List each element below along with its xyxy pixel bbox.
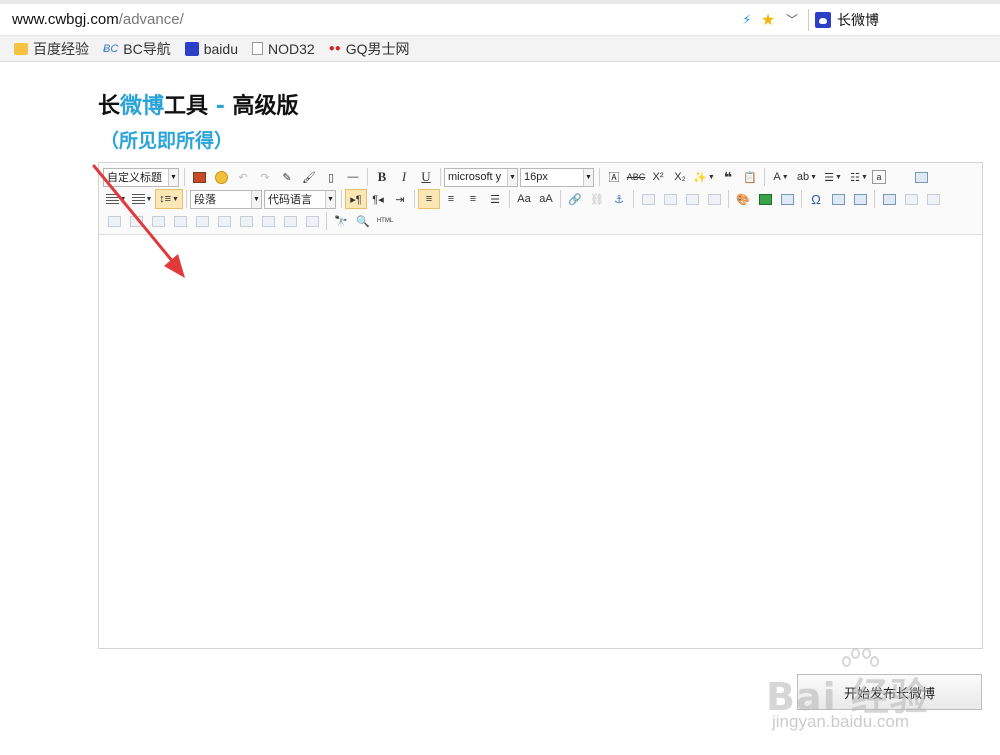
rich-text-editor: 自定义标题 ▼ ↶ ↷ ✎ 🖌 ▯ — B I U microsoft y ▼ 16… — [98, 162, 983, 649]
emoticon-icon[interactable] — [210, 167, 232, 187]
align-right-icon[interactable]: ≡ — [462, 189, 484, 209]
highlight-color-icon[interactable]: ab ▼ — [794, 167, 820, 187]
font-family-select[interactable]: microsoft y ▼ — [444, 167, 518, 187]
bookmarks-bar: 百度经验 ɃC BC导航 baidu NOD32 ●● GQ男士网 — [0, 36, 1000, 62]
unlink-icon[interactable]: ⛓ — [586, 189, 608, 209]
unordered-list-icon[interactable]: ☷ ▼ — [846, 167, 872, 187]
cell-props-icon[interactable] — [301, 211, 323, 231]
document-icon — [252, 42, 263, 55]
url-text[interactable]: www.cwbgj.com/advance/ — [12, 11, 184, 28]
editor-toolbar: 自定义标题 ▼ ↶ ↷ ✎ 🖌 ▯ — B I U microsoft y ▼ 16… — [99, 163, 982, 235]
lightning-icon[interactable]: ⚡ — [738, 12, 756, 28]
search-replace-icon[interactable] — [827, 189, 849, 209]
fullscreen-icon[interactable] — [910, 167, 932, 187]
image-right-icon[interactable] — [681, 189, 703, 209]
select-all-icon[interactable]: a — [872, 170, 886, 184]
address-bar[interactable]: www.cwbgj.com/advance/ ⚡ ★ ﹀ 长微博 — [0, 0, 1000, 36]
link-icon[interactable]: 🔗 — [564, 189, 586, 209]
page-icon[interactable]: ▯ — [320, 167, 342, 187]
image-left-icon[interactable] — [659, 189, 681, 209]
gallery-icon[interactable] — [776, 189, 798, 209]
publish-long-weibo-button[interactable]: 开始发布长微博 — [797, 674, 982, 710]
merge-down-icon[interactable] — [213, 211, 235, 231]
paw-icon — [184, 41, 199, 56]
ltr-direction-icon[interactable]: ▸¶ — [345, 189, 367, 209]
align-center-icon[interactable]: ≡ — [440, 189, 462, 209]
bookmark-baidu-jingyan[interactable]: 百度经验 — [14, 39, 89, 59]
bookmark-baidu[interactable]: baidu — [184, 41, 238, 57]
table-props-icon[interactable] — [279, 211, 301, 231]
toolbar-row-2: ▼ ▼ ↕≡▼ 段落▼ 代码语言▼ ▸¶ ¶◂ ⇥ ≡ ≡ ≡ ☰ Aa aA … — [103, 188, 944, 210]
preview-icon[interactable]: 🔍 — [352, 211, 374, 231]
strikethrough-icon[interactable]: ABC — [625, 167, 647, 187]
chevron-down-icon: ▼ — [507, 168, 517, 186]
font-size-select[interactable]: 16px ▼ — [520, 167, 594, 187]
template-icon[interactable] — [849, 189, 871, 209]
italic-button[interactable]: I — [393, 167, 415, 187]
blockquote-icon[interactable]: ❝ — [717, 167, 739, 187]
indent-icon[interactable]: ⇥ — [389, 189, 411, 209]
lowercase-icon[interactable]: aA — [535, 189, 557, 209]
bookmark-bc-nav[interactable]: ɃC BC导航 — [103, 39, 171, 59]
gq-icon: ●● — [328, 43, 341, 54]
simple-upload-icon[interactable]: 🎨 — [732, 189, 754, 209]
insert-row-icon[interactable] — [900, 189, 922, 209]
image-none-icon[interactable] — [637, 189, 659, 209]
format-painter-icon[interactable]: 🖌 — [298, 167, 320, 187]
chevron-down-icon: ▼ — [583, 168, 593, 186]
superscript-icon[interactable]: X² — [647, 167, 669, 187]
align-left-icon[interactable]: ≡ — [418, 189, 440, 209]
chevron-down-icon: ▼ — [251, 190, 261, 208]
insert-column-icon[interactable] — [922, 189, 944, 209]
split-columns-icon[interactable] — [257, 211, 279, 231]
special-char-icon[interactable]: Ω — [805, 189, 827, 209]
paste-plain-icon[interactable]: 📋 — [739, 167, 761, 187]
red-arrow-annotation — [92, 164, 185, 278]
uppercase-icon[interactable]: Aa — [513, 189, 535, 209]
folder-icon — [14, 42, 28, 55]
undo-icon[interactable]: ↶ — [232, 167, 254, 187]
underline-button[interactable]: U — [415, 167, 437, 187]
split-rows-icon[interactable] — [235, 211, 257, 231]
font-border-icon[interactable]: 🄰 — [603, 167, 625, 187]
chevron-down-icon: ▼ — [325, 190, 335, 208]
anchor-icon[interactable]: ⚓ — [608, 189, 630, 209]
image-center-icon[interactable] — [703, 189, 725, 209]
paragraph-select[interactable]: 段落 ▼ — [190, 189, 262, 209]
paw-icon — [815, 11, 831, 28]
horizontal-rule-icon[interactable]: — — [342, 167, 364, 187]
multi-image-icon[interactable] — [754, 189, 776, 209]
magic-wand-icon[interactable]: ✨ ▼ — [691, 167, 717, 187]
editor-content-area[interactable] — [99, 236, 982, 648]
address-bar-actions: ⚡ ★ ﹀ 长微博 — [738, 4, 1000, 35]
tab-title[interactable]: 长微博 — [837, 10, 879, 30]
page-title: 长微博工具 - 高级版 — [98, 94, 299, 119]
insert-table-icon[interactable] — [878, 189, 900, 209]
chevron-down-icon[interactable]: ﹀ — [780, 11, 804, 28]
subscript-icon[interactable]: X₂ — [669, 167, 691, 187]
font-color-icon[interactable]: A ▼ — [768, 167, 794, 187]
toolbar-row-1: 自定义标题 ▼ ↶ ↷ ✎ 🖌 ▯ — B I U microsoft y ▼ 16… — [103, 166, 932, 188]
html-source-icon[interactable]: HTML — [374, 211, 396, 231]
eraser-icon[interactable]: ✎ — [276, 167, 298, 187]
bookmark-gq[interactable]: ●● GQ男士网 — [329, 39, 410, 59]
ordered-list-icon[interactable]: ☰ ▼ — [820, 167, 846, 187]
code-language-select[interactable]: 代码语言 ▼ — [264, 189, 336, 209]
align-justify-icon[interactable]: ☰ — [484, 189, 506, 209]
bold-button[interactable]: B — [371, 167, 393, 187]
divider — [808, 8, 809, 31]
star-icon[interactable]: ★ — [756, 10, 780, 30]
bookmark-nod32[interactable]: NOD32 — [252, 41, 315, 57]
binoculars-icon[interactable]: 🔭 — [330, 211, 352, 231]
page-subtitle: （所见即所得） — [100, 130, 234, 152]
bc-icon: ɃC — [103, 42, 119, 55]
redo-icon[interactable]: ↷ — [254, 167, 276, 187]
rtl-direction-icon[interactable]: ¶◂ — [367, 189, 389, 209]
